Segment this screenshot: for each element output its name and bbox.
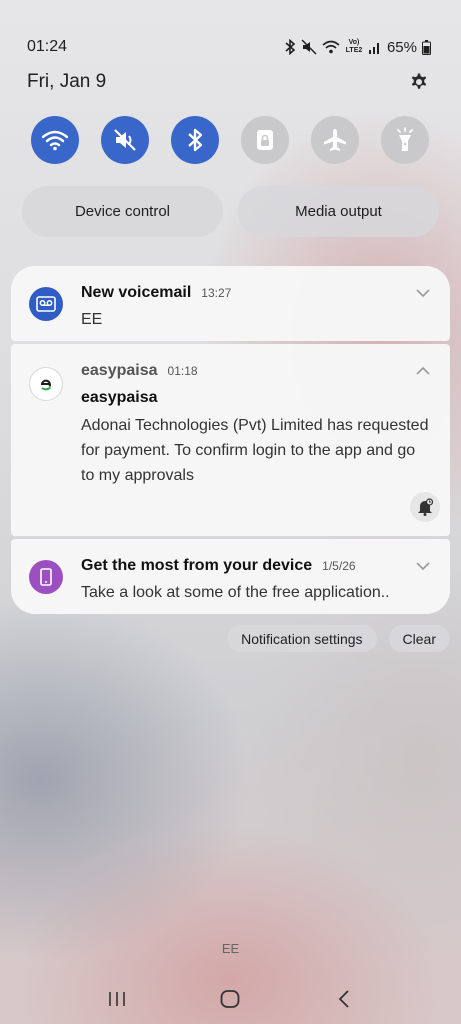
chevron-down-icon[interactable]: [416, 286, 430, 300]
back-button[interactable]: [324, 984, 364, 1014]
quick-settings: [31, 116, 429, 164]
notification-header: New voicemail 13:27: [81, 284, 231, 302]
notification-header: Get the most from your device 1/5/26: [81, 557, 356, 575]
wifi-icon: [42, 130, 68, 151]
signal-icon: [368, 43, 379, 54]
flashlight-icon: [397, 127, 413, 151]
media-output-button[interactable]: Media output: [238, 186, 439, 237]
snooze-bell-icon: [418, 498, 433, 516]
notification-title: New voicemail: [81, 284, 192, 301]
notification-body: Take a look at some of the free applicat…: [81, 584, 390, 601]
phone-icon: [40, 568, 52, 586]
notification-title: easypaisa: [81, 389, 158, 406]
wifi-toggle[interactable]: [31, 116, 79, 164]
header: Fri, Jan 9: [27, 70, 431, 94]
navigation-bar: [0, 984, 461, 1014]
lock-icon: [257, 130, 273, 150]
bluetooth-toggle[interactable]: [171, 116, 219, 164]
recent-apps-icon: [109, 992, 125, 1006]
notification-header: easypaisa 01:18: [81, 362, 198, 380]
notification-body: Adonai Technologies (Pvt) Limited has re…: [81, 417, 429, 484]
mute-icon: [301, 39, 317, 55]
clear-button[interactable]: Clear: [388, 625, 450, 652]
notification-settings-button[interactable]: Notification settings: [227, 625, 377, 652]
airplane-mode-toggle[interactable]: [311, 116, 359, 164]
battery-icon: [422, 39, 431, 55]
notification-actions: Notification settings Clear: [227, 625, 450, 652]
chevron-up-icon[interactable]: [416, 364, 430, 378]
status-icons: Vo) LTE2 65%: [284, 39, 431, 56]
network-type: Vo) LTE2: [345, 39, 363, 54]
voicemail-icon: [36, 296, 56, 312]
carrier-label: EE: [221, 941, 240, 956]
date-label: Fri, Jan 9: [27, 71, 107, 92]
back-icon: [338, 990, 349, 1008]
flashlight-toggle[interactable]: [381, 116, 429, 164]
notification-voicemail[interactable]: New voicemail 13:27 EE: [11, 266, 450, 341]
notification-title: Get the most from your device: [81, 557, 313, 574]
snooze-button[interactable]: [410, 492, 440, 522]
home-button[interactable]: [210, 984, 250, 1014]
notification-time: 13:27: [201, 286, 232, 300]
notification-time: 1/5/26: [322, 559, 356, 573]
chevron-down-icon[interactable]: [416, 559, 430, 573]
status-bar: 01:24 Vo) LTE2 65%: [27, 36, 431, 58]
airplane-icon: [324, 129, 346, 151]
bluetooth-icon: [285, 39, 296, 55]
notification-device-tips[interactable]: Get the most from your device 1/5/26 Tak…: [11, 539, 450, 614]
home-icon: [221, 990, 240, 1008]
portrait-lock-toggle[interactable]: [241, 116, 289, 164]
notification-easypaisa[interactable]: easypaisa 01:18 easypaisa Adonai Technol…: [11, 344, 450, 536]
bluetooth-icon: [188, 128, 203, 152]
notification-list: New voicemail 13:27 EE easypaisa 01:18 e…: [11, 266, 450, 614]
device-control-button[interactable]: Device control: [22, 186, 223, 237]
gear-icon[interactable]: [407, 70, 431, 94]
notification-body: EE: [81, 311, 103, 328]
recent-apps-button[interactable]: [97, 984, 137, 1014]
device-app-icon: [29, 560, 63, 594]
easypaisa-logo-icon: [40, 379, 52, 391]
mute-icon: [114, 129, 136, 151]
easypaisa-app-icon: [29, 367, 63, 401]
media-controls: Device control Media output: [22, 186, 439, 237]
voicemail-app-icon: [29, 287, 63, 321]
wifi-calling-icon: [322, 40, 340, 54]
clock: 01:24: [27, 38, 68, 55]
notification-app-name: easypaisa: [81, 362, 158, 379]
battery-percent: 65%: [386, 38, 417, 56]
notification-time: 01:18: [167, 364, 198, 378]
sound-toggle[interactable]: [101, 116, 149, 164]
